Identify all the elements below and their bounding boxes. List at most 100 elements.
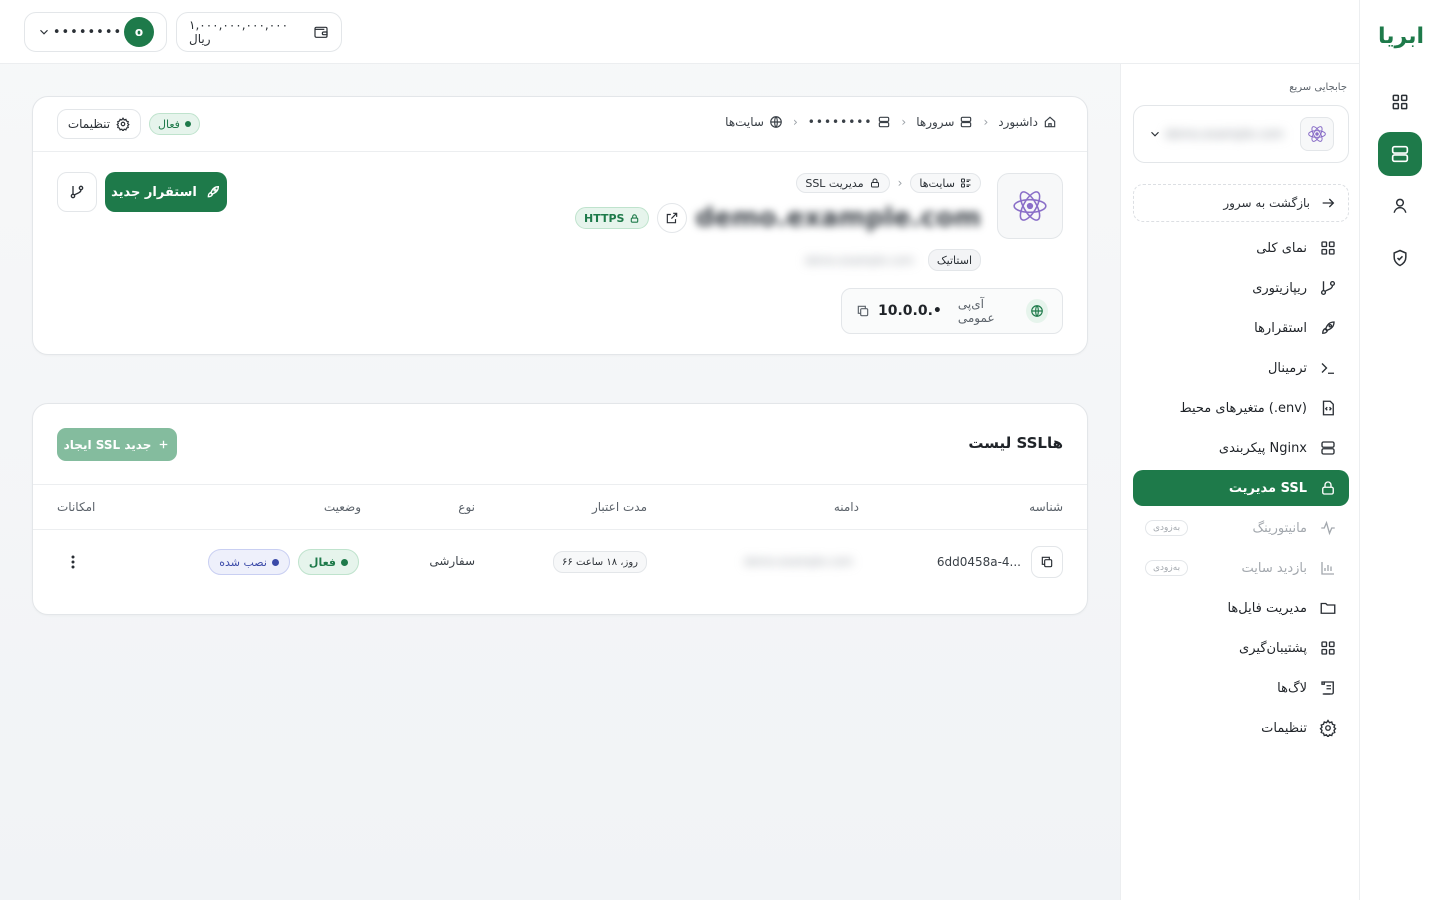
folder-icon [1319,599,1337,617]
rocket-icon [1319,319,1337,337]
shield-check-icon [1390,248,1410,268]
rail-security-button[interactable] [1378,236,1422,280]
site-framework-avatar [997,173,1063,239]
column-header-type: نوع [458,500,475,514]
sidebar-item-deployments[interactable]: استقرارها [1133,310,1349,346]
chevron-left-icon: ‹ [897,176,903,190]
column-header-domain: دامنه [833,500,859,514]
open-site-button[interactable] [657,203,688,233]
sidebar-item-overview[interactable]: نمای کلی [1133,230,1349,266]
sidebar-item-label: مانیتورینگ [1252,520,1307,536]
public-ip-box: 10.0.0.• آی‌پی عمومی [841,288,1063,334]
status-dot [271,558,279,566]
grid-icon [1319,639,1337,657]
external-link-icon [665,211,679,225]
status-installed-label: نصب شده [219,555,267,569]
validity-badge: ۶۶ روز، ۱۸ ساعت [553,551,647,573]
arrow-right-icon [1320,195,1336,211]
chevron-down-icon [37,25,51,39]
new-deploy-button[interactable]: استقرار جدید [105,172,227,212]
coming-soon-badge: به‌زودی [1145,560,1189,576]
server-icon [1389,143,1411,165]
rail-servers-button[interactable] [1378,132,1422,176]
sidebar-item-label: متغیرهای محیط (.env) [1179,400,1307,416]
chevron-left-icon: ‹ [983,115,989,129]
rocket-icon [205,184,221,200]
create-ssl-button[interactable]: ایجاد SSL جدید [57,428,177,461]
site-sidebar: جابجایی سریع demo.example.com بازگشت به … [1120,64,1359,900]
gear-icon [1319,719,1337,737]
wallet-balance[interactable]: ۱,۰۰۰,۰۰۰,۰۰۰,۰۰۰ ریال [176,12,342,52]
username: •••••••• [52,24,123,40]
new-deploy-label: استقرار جدید [111,184,197,200]
breadcrumb: داشبورد ‹ سرورها ‹ •••••••• ‹ سایت‌ها [725,115,1057,129]
sidebar-item-ssl[interactable]: مدیریت SSL [1133,470,1349,506]
sidebar-item-terminal[interactable]: ترمینال [1133,350,1349,386]
breadcrumb-server[interactable]: •••••••• [808,115,892,129]
sidebar-item-label: مدیریت SSL [1228,480,1307,496]
sidebar-item-label: استقرارها [1254,320,1307,336]
site-type-label: استاتیک [936,253,972,267]
sub-breadcrumb-sites[interactable]: سایت‌ها [910,173,981,193]
rail-profile-button[interactable] [1378,184,1422,228]
sub-breadcrumb: سایت‌ها ‹ مدیریت SSL [796,173,981,193]
sidebar-item-label: لاگ‌ها [1277,680,1307,696]
breadcrumb-sites[interactable]: سایت‌ها [725,115,783,129]
https-label: HTTPS [584,211,625,225]
settings-label: تنظیمات [67,117,111,131]
account-menu[interactable]: •••••••• o [24,12,167,52]
validity-label: ۶۶ روز، ۱۸ ساعت [562,556,638,568]
status-dot [341,558,348,566]
copy-id-button[interactable] [1031,546,1063,578]
back-to-server-button[interactable]: بازگشت به سرور [1133,184,1349,222]
globe-icon [769,115,783,129]
sidebar-item-backup[interactable]: پشتیبان‌گیری [1133,630,1349,666]
git-branch-button[interactable] [57,172,97,212]
gear-icon [116,117,130,131]
terminal-icon [1319,359,1337,377]
create-ssl-label: ایجاد SSL جدید [63,437,152,452]
server-icon [959,115,973,129]
ssl-list-title: لیست SSLها [968,434,1063,452]
sidebar-item-site-visits: به‌زودی بازدید سایت [1133,550,1349,586]
file-code-icon [1319,399,1337,417]
sidebar-item-label: تنظیمات [1261,720,1307,736]
sub-breadcrumb-ssl: مدیریت SSL [796,173,890,193]
chevron-down-icon [1148,127,1162,141]
sidebar-item-repository[interactable]: ریپازیتوری [1133,270,1349,306]
icon-rail: ابریا [1359,0,1440,900]
breadcrumb-servers[interactable]: سرورها [916,115,973,129]
sidebar-item-label: مدیریت فایل‌ها [1227,600,1307,616]
quick-switch-label: جابجایی سریع [1289,82,1347,93]
avatar: o [124,17,154,47]
sidebar-item-settings[interactable]: تنظیمات [1133,710,1349,746]
breadcrumb-server-label: •••••••• [807,115,873,129]
site-domain: demo.example.com [695,203,981,233]
brand-logo: ابریا [1370,22,1432,50]
site-type-badge: استاتیک [927,249,981,271]
status-dot [184,121,191,127]
sidebar-item-nginx[interactable]: پیکربندی Nginx [1133,430,1349,466]
quick-switch-select[interactable]: demo.example.com [1133,105,1349,163]
breadcrumb-dashboard[interactable]: داشبورد [998,115,1057,129]
home-icon [1043,115,1057,129]
copy-ip-button[interactable] [856,304,870,318]
scroll-icon [1319,679,1337,697]
sidebar-item-logs[interactable]: لاگ‌ها [1133,670,1349,706]
column-header-id: شناسه [1029,500,1063,514]
list-icon [960,177,972,189]
site-settings-button[interactable]: تنظیمات [57,109,141,139]
ip-label: آی‌پی عمومی [957,297,995,325]
sidebar-item-files[interactable]: مدیریت فایل‌ها [1133,590,1349,626]
row-actions-menu-button[interactable] [63,550,83,574]
balance-amount: ۱,۰۰۰,۰۰۰,۰۰۰,۰۰۰ ریال [189,18,289,46]
sidebar-item-label: پشتیبان‌گیری [1239,640,1307,656]
ssl-table-header: شناسه دامنه مدت اعتبار نوع وضعیت امکانات [33,484,1087,530]
sidebar-item-env[interactable]: متغیرهای محیط (.env) [1133,390,1349,426]
site-meta-row: استاتیک demo.example.com [805,249,981,271]
sidebar-item-label: نمای کلی [1256,240,1307,256]
top-bar: •••••••• o ۱,۰۰۰,۰۰۰,۰۰۰,۰۰۰ ریال [0,0,1359,64]
coming-soon-badge: به‌زودی [1145,520,1189,536]
rail-dashboard-button[interactable] [1378,80,1422,124]
column-header-actions: امکانات [57,500,96,514]
